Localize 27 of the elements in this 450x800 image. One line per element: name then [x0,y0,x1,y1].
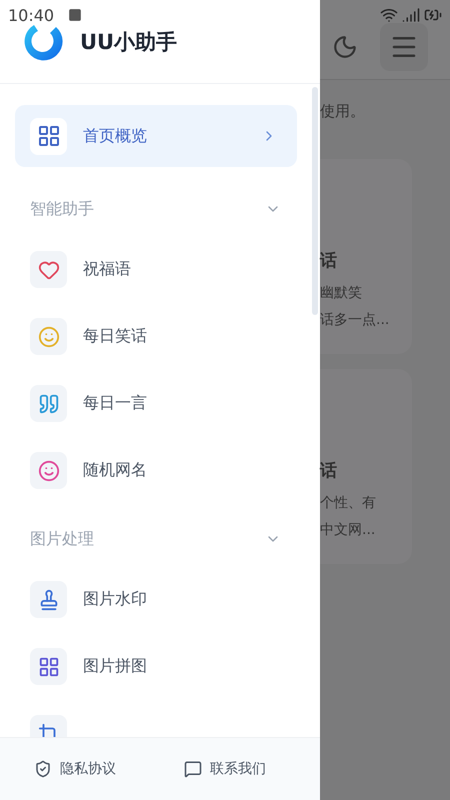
notice-text: 使用。 [320,102,366,121]
card-title: 话 [320,460,338,482]
app-title: UU小助手 [80,28,178,56]
menu-item[interactable]: 每日一言 [83,393,297,414]
wifi-icon [380,6,398,24]
card-title: 话 [320,250,338,272]
menu-item[interactable]: 每日笑话 [83,326,297,347]
menu-item[interactable]: 图片拼图 [83,656,297,677]
footer-link[interactable]: 隐私协议 [34,760,116,778]
grid-icon [36,124,60,148]
menu-button[interactable] [380,22,428,70]
status-time: 10:40 [8,6,54,24]
section-title: 图片处理 [30,528,94,550]
menu-item[interactable]: 图片水印 [83,589,297,610]
chat-icon [184,760,202,778]
card-description: 中文网... [320,521,376,540]
home-menu-item[interactable]: 首页概览 [15,105,297,167]
card-description: 话多一点... [320,311,390,330]
moon-icon[interactable] [332,34,358,60]
shield-icon [34,760,52,778]
signal-icon [402,6,420,24]
footer-link[interactable]: 联系我们 [184,760,266,778]
menu-item[interactable]: 祝福语 [83,259,297,280]
section-title: 智能助手 [30,198,94,220]
menu-item[interactable]: 随机网名 [83,460,297,481]
card-description: 幽默笑 [320,284,363,303]
card-description: 个性、有 [320,494,377,513]
